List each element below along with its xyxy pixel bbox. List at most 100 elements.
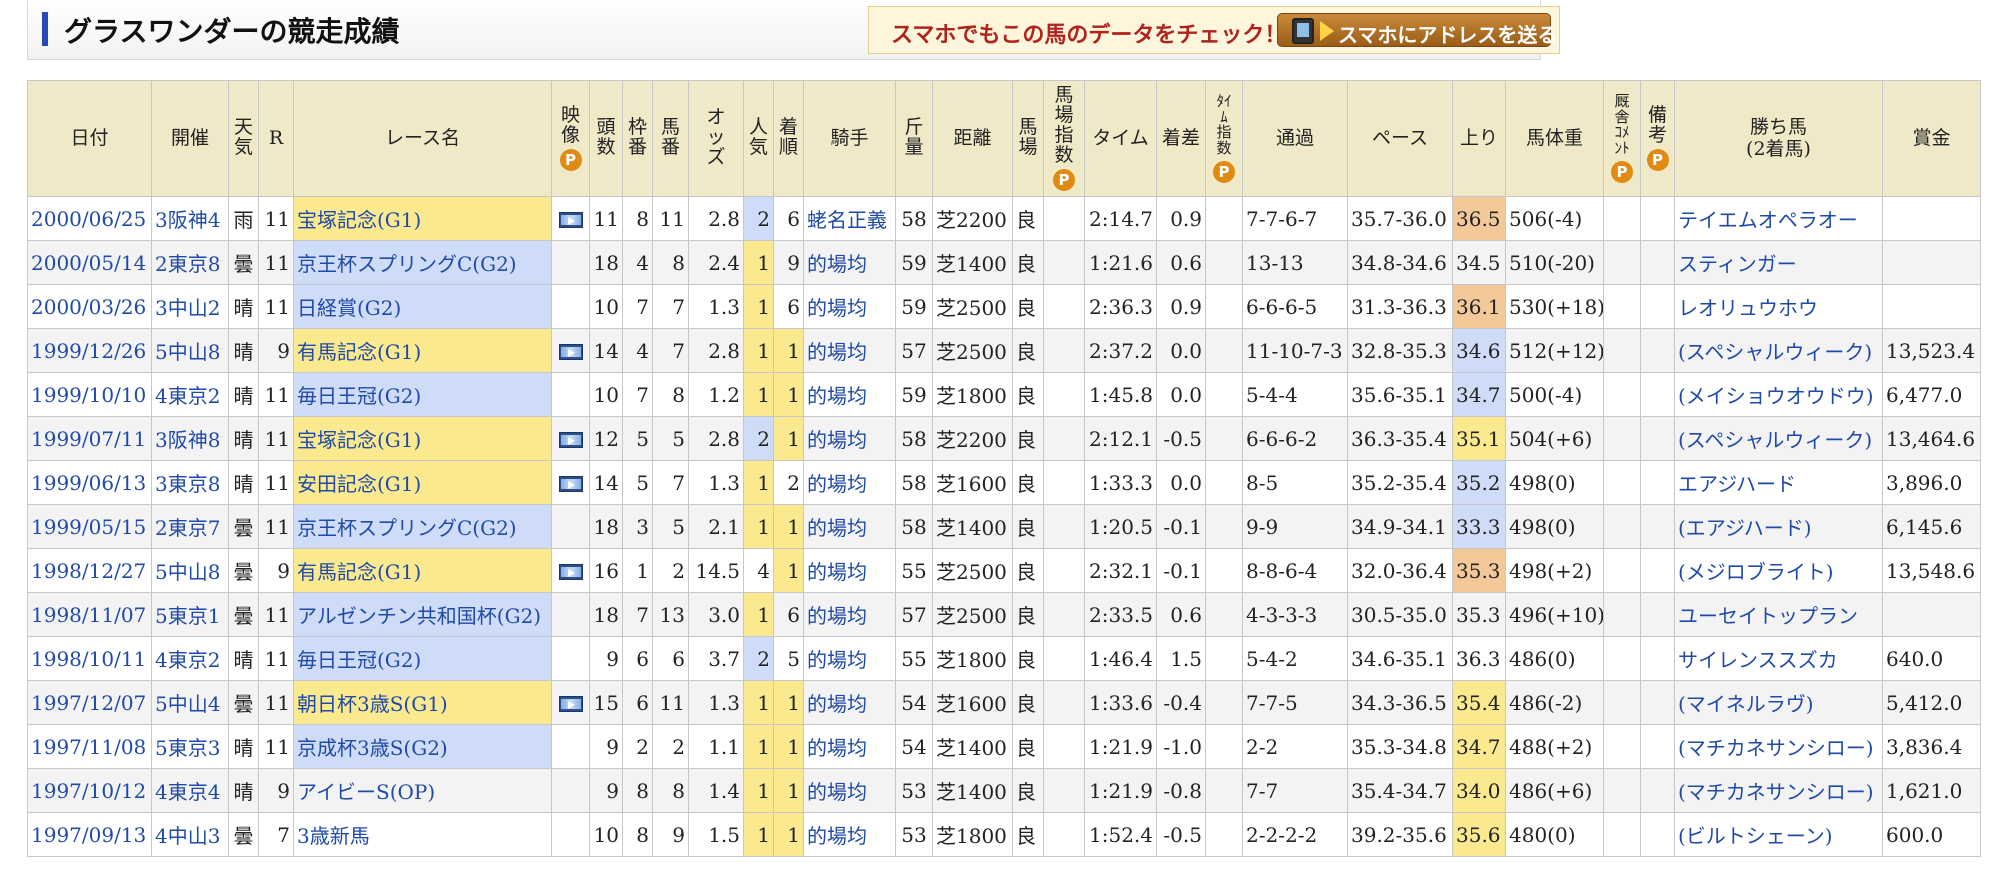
race-venue[interactable]: 5東京1	[151, 592, 229, 637]
race-date[interactable]: 1997/11/08	[27, 724, 152, 769]
video-cell[interactable]	[551, 416, 590, 461]
race-date[interactable]: 2000/05/14	[27, 240, 152, 285]
race-venue[interactable]: 5東京3	[151, 724, 229, 769]
race-venue[interactable]: 3中山2	[151, 284, 229, 329]
video-play-icon[interactable]	[558, 212, 583, 228]
race-name-link[interactable]: 毎日王冠(G2)	[293, 636, 552, 681]
jockey-link[interactable]: 的場均	[803, 504, 896, 549]
jockey-link[interactable]: 的場均	[803, 240, 896, 285]
video-cell[interactable]	[551, 548, 590, 593]
jockey-link[interactable]: 的場均	[803, 284, 896, 329]
jockey-link[interactable]: 的場均	[803, 460, 896, 505]
video-play-icon[interactable]	[558, 696, 583, 712]
race-name-link[interactable]: 京王杯スプリングC(G2)	[293, 504, 552, 549]
race-date[interactable]: 1999/12/26	[27, 328, 152, 373]
remarks	[1640, 372, 1675, 417]
race-date[interactable]: 1998/11/07	[27, 592, 152, 637]
jockey-link[interactable]: 的場均	[803, 724, 896, 769]
race-name-link[interactable]: 宝塚記念(G1)	[293, 416, 552, 461]
race-name-link[interactable]: 京王杯スプリングC(G2)	[293, 240, 552, 285]
race-venue[interactable]: 4東京2	[151, 372, 229, 417]
send-address-button[interactable]: スマホにアドレスを送る	[1277, 13, 1557, 47]
margin: -0.5	[1156, 812, 1206, 857]
race-venue[interactable]: 4東京4	[151, 768, 229, 813]
race-name-link[interactable]: 安田記念(G1)	[293, 460, 552, 505]
race-venue[interactable]: 2東京8	[151, 240, 229, 285]
winner-link[interactable]: ユーセイトップラン	[1674, 592, 1883, 637]
winner-link[interactable]: (ビルトシェーン)	[1674, 812, 1883, 857]
race-name-link[interactable]: アイビーS(OP)	[293, 768, 552, 813]
winner-link[interactable]: (メイショウオウドウ)	[1674, 372, 1883, 417]
race-venue[interactable]: 3阪神4	[151, 196, 229, 241]
jockey-link[interactable]: 的場均	[803, 636, 896, 681]
remarks	[1640, 592, 1675, 637]
jockey-link[interactable]: 的場均	[803, 812, 896, 857]
p-badge-icon[interactable]: P	[559, 148, 582, 171]
video-play-icon[interactable]	[558, 432, 583, 448]
race-date[interactable]: 1999/06/13	[27, 460, 152, 505]
race-name-link[interactable]: 朝日杯3歳S(G1)	[293, 680, 552, 725]
video-cell[interactable]	[551, 196, 590, 241]
race-date[interactable]: 1997/12/07	[27, 680, 152, 725]
video-cell[interactable]	[551, 460, 590, 505]
race-venue[interactable]: 5中山8	[151, 328, 229, 373]
video-cell[interactable]	[551, 328, 590, 373]
race-name-link[interactable]: 宝塚記念(G1)	[293, 196, 552, 241]
video-cell[interactable]	[551, 680, 590, 725]
video-play-icon[interactable]	[558, 564, 583, 580]
race-venue[interactable]: 3東京8	[151, 460, 229, 505]
winner-link[interactable]: テイエムオペラオー	[1674, 196, 1883, 241]
race-date[interactable]: 1997/10/12	[27, 768, 152, 813]
race-name-link[interactable]: 3歳新馬	[293, 812, 552, 857]
race-venue[interactable]: 5中山4	[151, 680, 229, 725]
jockey-link[interactable]: 的場均	[803, 416, 896, 461]
race-date[interactable]: 1999/10/10	[27, 372, 152, 417]
winner-link[interactable]: スティンガー	[1674, 240, 1883, 285]
race-date[interactable]: 1998/10/11	[27, 636, 152, 681]
winner-link[interactable]: (マチカネサンシロー)	[1674, 724, 1883, 769]
jockey-link[interactable]: 的場均	[803, 768, 896, 813]
race-name-link[interactable]: 京成杯3歳S(G2)	[293, 724, 552, 769]
race-name-link[interactable]: 日経賞(G2)	[293, 284, 552, 329]
winner-link[interactable]: サイレンススズカ	[1674, 636, 1883, 681]
jockey-link[interactable]: 的場均	[803, 372, 896, 417]
winner-link[interactable]: (マイネルラヴ)	[1674, 680, 1883, 725]
jockey-link[interactable]: 的場均	[803, 548, 896, 593]
race-date[interactable]: 1997/09/13	[27, 812, 152, 857]
video-play-icon[interactable]	[558, 344, 583, 360]
p-badge-icon[interactable]: P	[1053, 168, 1075, 191]
winner-link[interactable]: (メジロブライト)	[1674, 548, 1883, 593]
jockey-link[interactable]: 的場均	[803, 592, 896, 637]
winner-link[interactable]: (スペシャルウィーク)	[1674, 328, 1883, 373]
race-date[interactable]: 2000/06/25	[27, 196, 152, 241]
race-venue[interactable]: 3阪神8	[151, 416, 229, 461]
race-venue[interactable]: 5中山8	[151, 548, 229, 593]
winner-link[interactable]: (エアジハード)	[1674, 504, 1883, 549]
race-date[interactable]: 1998/12/27	[27, 548, 152, 593]
winner-link[interactable]: (マチカネサンシロー)	[1674, 768, 1883, 813]
p-badge-icon[interactable]: P	[1611, 161, 1633, 184]
jockey-link[interactable]: 的場均	[803, 328, 896, 373]
race-venue[interactable]: 2東京7	[151, 504, 229, 549]
finish-time: 1:21.9	[1084, 724, 1157, 769]
race-name-link[interactable]: 毎日王冠(G2)	[293, 372, 552, 417]
p-badge-icon[interactable]: P	[1213, 161, 1235, 184]
jockey-link[interactable]: 蛯名正義	[803, 196, 896, 241]
p-badge-icon[interactable]: P	[1646, 148, 1669, 171]
race-date[interactable]: 2000/03/26	[27, 284, 152, 329]
winner-link[interactable]: (スペシャルウィーク)	[1674, 416, 1883, 461]
race-date[interactable]: 1999/07/11	[27, 416, 152, 461]
race-date[interactable]: 1999/05/15	[27, 504, 152, 549]
race-name-link[interactable]: 有馬記念(G1)	[293, 328, 552, 373]
jockey-link[interactable]: 的場均	[803, 680, 896, 725]
track-condition: 良	[1012, 636, 1044, 681]
race-venue[interactable]: 4東京2	[151, 636, 229, 681]
popularity: 1	[743, 328, 774, 373]
winner-link[interactable]: レオリュウホウ	[1674, 284, 1883, 329]
video-play-icon[interactable]	[558, 476, 583, 492]
race-venue[interactable]: 4中山3	[151, 812, 229, 857]
race-name-link[interactable]: 有馬記念(G1)	[293, 548, 552, 593]
body-weight: 486(-2)	[1505, 680, 1604, 725]
winner-link[interactable]: エアジハード	[1674, 460, 1883, 505]
race-name-link[interactable]: アルゼンチン共和国杯(G2)	[293, 592, 552, 637]
